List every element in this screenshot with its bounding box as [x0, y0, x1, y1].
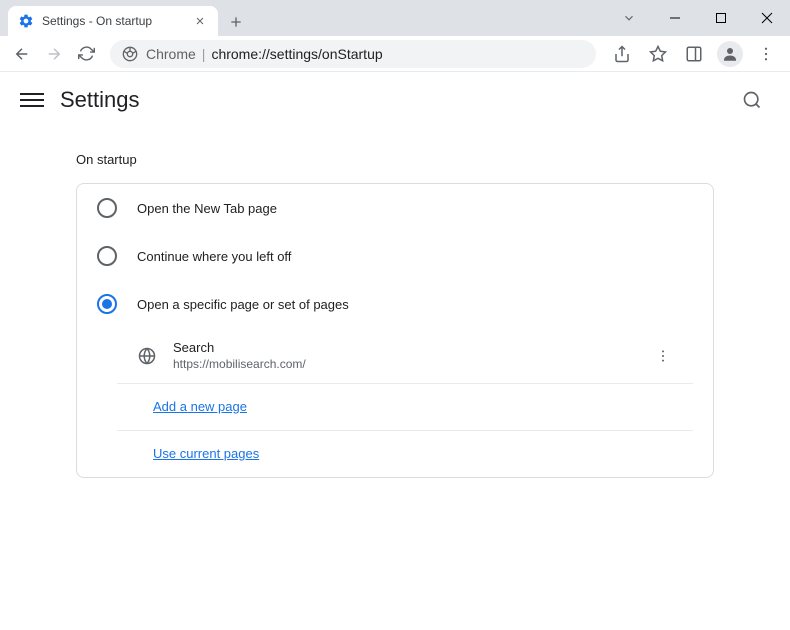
avatar-icon — [717, 41, 743, 67]
settings-content: On startup Open the New Tab page Continu… — [0, 152, 790, 498]
search-icon[interactable] — [734, 82, 770, 118]
address-input[interactable]: Chrome | chrome://settings/onStartup — [110, 40, 596, 68]
chrome-icon — [122, 46, 138, 62]
startup-page-row: Search https://mobilisearch.com/ — [117, 328, 693, 384]
address-scheme: Chrome — [146, 46, 196, 62]
section-label: On startup — [76, 152, 770, 167]
minimize-button[interactable] — [652, 0, 698, 36]
kebab-menu-icon[interactable] — [653, 346, 673, 366]
radio-icon — [97, 246, 117, 266]
use-current-link[interactable]: Use current pages — [153, 446, 259, 461]
on-startup-card: Open the New Tab page Continue where you… — [76, 183, 714, 478]
share-icon[interactable] — [606, 38, 638, 70]
add-page-link[interactable]: Add a new page — [153, 399, 247, 414]
radio-icon — [97, 198, 117, 218]
reload-button[interactable] — [72, 40, 100, 68]
radio-label: Continue where you left off — [137, 249, 291, 264]
kebab-menu-icon[interactable] — [750, 38, 782, 70]
address-url: chrome://settings/onStartup — [211, 46, 382, 62]
close-window-button[interactable] — [744, 0, 790, 36]
use-current-row: Use current pages — [117, 431, 693, 477]
window-controls — [606, 0, 790, 36]
bookmark-icon[interactable] — [642, 38, 674, 70]
radio-label: Open the New Tab page — [137, 201, 277, 216]
startup-page-url: https://mobilisearch.com/ — [173, 357, 653, 371]
close-icon[interactable] — [192, 13, 208, 29]
radio-option-specific[interactable]: Open a specific page or set of pages — [77, 280, 713, 328]
startup-pages-list: Search https://mobilisearch.com/ Add a n… — [117, 328, 713, 477]
radio-option-new-tab[interactable]: Open the New Tab page — [77, 184, 713, 232]
add-page-row: Add a new page — [117, 384, 693, 431]
browser-tab[interactable]: Settings - On startup — [8, 6, 218, 36]
radio-label: Open a specific page or set of pages — [137, 297, 349, 312]
page-title: Settings — [60, 87, 140, 113]
hamburger-icon[interactable] — [20, 88, 44, 112]
maximize-button[interactable] — [698, 0, 744, 36]
radio-option-continue[interactable]: Continue where you left off — [77, 232, 713, 280]
startup-page-name: Search — [173, 340, 653, 355]
chevron-down-icon[interactable] — [606, 0, 652, 36]
radio-icon-checked — [97, 294, 117, 314]
address-bar: Chrome | chrome://settings/onStartup — [0, 36, 790, 72]
new-tab-button[interactable] — [222, 8, 250, 36]
side-panel-icon[interactable] — [678, 38, 710, 70]
back-button[interactable] — [8, 40, 36, 68]
tab-title: Settings - On startup — [42, 14, 192, 28]
gear-icon — [18, 13, 34, 29]
settings-header: Settings — [0, 72, 790, 128]
profile-button[interactable] — [714, 38, 746, 70]
globe-icon — [137, 346, 157, 366]
forward-button[interactable] — [40, 40, 68, 68]
